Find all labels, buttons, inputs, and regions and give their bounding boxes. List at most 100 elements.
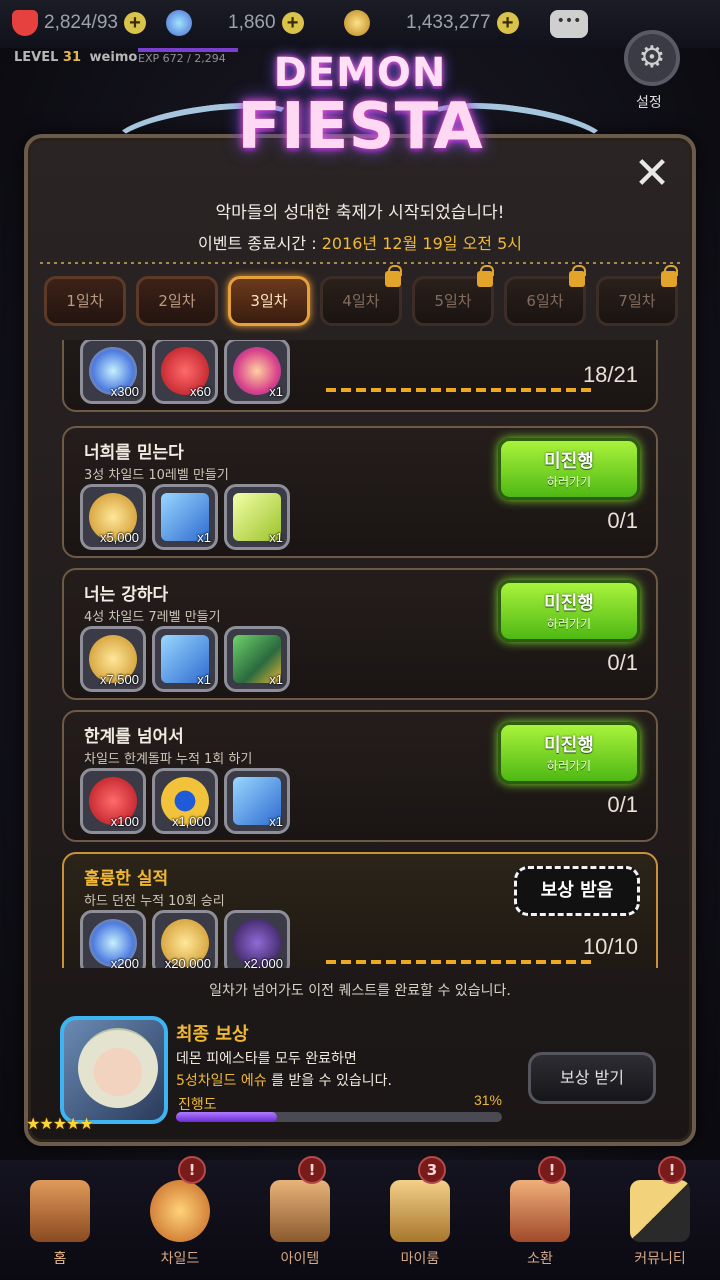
item-icon	[270, 1180, 330, 1242]
final-reward-desc-2: 5성차일드 에슈 를 받을 수 있습니다.	[176, 1070, 392, 1090]
tab-label: 4일차	[342, 292, 380, 310]
nav-community[interactable]: 커뮤니티 !	[600, 1156, 720, 1280]
star-rating: ★★★★★	[26, 1114, 94, 1133]
final-progress-bar	[176, 1112, 502, 1122]
gold-value: 1,433,277	[406, 12, 491, 33]
button-sub-label: 하러가기	[546, 759, 592, 773]
reward-item: x7,500	[80, 626, 146, 692]
tab-day-6[interactable]: 6일차	[504, 265, 586, 326]
reward-items: x200 x20,000 x2,000	[80, 910, 290, 968]
add-gems-button[interactable]: +	[281, 12, 304, 34]
add-hearts-button[interactable]: +	[123, 12, 146, 34]
item-qty: x1	[197, 530, 211, 545]
reward-item: x1	[224, 626, 290, 692]
go-quest-button[interactable]: 미진행 하러가기	[498, 438, 640, 500]
tab-label: 1일차	[66, 292, 104, 310]
progress-bar	[326, 388, 594, 392]
reward-item: x60	[152, 340, 218, 404]
button-label: 미진행	[544, 593, 594, 614]
tab-day-4[interactable]: 4일차	[320, 265, 402, 326]
quest-desc: 차일드 한계돌파 누적 1회 하기	[84, 752, 253, 767]
quest-desc: 3성 차일드 10레벨 만들기	[84, 468, 229, 483]
settings-gear-icon[interactable]: ⚙	[624, 30, 680, 86]
tab-day-7[interactable]: 7일차	[596, 265, 678, 326]
tab-label: 6일차	[526, 292, 564, 310]
reward-item: x2,000	[224, 910, 290, 968]
quest-desc: 하드 던전 누적 10회 승리	[84, 894, 225, 909]
reward-item: x1	[152, 626, 218, 692]
tab-day-1[interactable]: 1일차	[44, 276, 126, 326]
quest-progress: 18/21	[582, 362, 638, 387]
quest-card: x300 x60 x1 18/21	[62, 340, 658, 412]
quest-card: 한계를 넘어서 차일드 한계돌파 누적 1회 하기 x100 x1,000 x1…	[62, 710, 658, 842]
count-badge: 3	[418, 1156, 446, 1184]
item-qty: x1	[197, 672, 211, 687]
summon-icon	[510, 1180, 570, 1242]
button-label: 미진행	[544, 451, 594, 472]
quest-progress: 10/10	[582, 934, 638, 959]
event-end-time: 이벤트 종료시간 : 2016년 12월 19일 오전 5시	[0, 230, 720, 254]
nav-child[interactable]: 차일드 !	[120, 1156, 240, 1280]
claim-final-reward-button[interactable]: 보상 받기	[528, 1052, 656, 1104]
quest-progress: 0/1	[607, 792, 638, 817]
hearts-value: 2,824/93	[44, 12, 118, 33]
tab-label: 2일차	[158, 292, 196, 310]
chat-icon[interactable]: •••	[550, 10, 588, 38]
item-qty: x60	[190, 384, 211, 399]
add-gold-button[interactable]: +	[496, 12, 519, 34]
tab-day-5[interactable]: 5일차	[412, 265, 494, 326]
home-icon	[30, 1180, 90, 1242]
quest-progress: 0/1	[607, 508, 638, 533]
reward-items: x5,000 x1 x1	[80, 484, 290, 552]
item-qty: x1	[269, 814, 283, 829]
tab-day-2[interactable]: 2일차	[136, 276, 218, 326]
gems-value: 1,860	[228, 12, 276, 33]
hero-face	[78, 1028, 158, 1108]
community-icon	[630, 1180, 690, 1242]
bottom-nav: 홈 차일드 ! 아이템 ! 마이룸 3 소환 ! 커뮤니티 !	[0, 1156, 720, 1280]
level-label: LEVEL	[14, 50, 59, 65]
item-qty: x1	[269, 672, 283, 687]
progress-bar	[326, 960, 594, 964]
nav-summon[interactable]: 소환 !	[480, 1156, 600, 1280]
event-subtitle: 악마들의 성대한 축제가 시작되었습니다!	[215, 203, 505, 223]
final-reward-title: 최종 보상	[176, 1024, 249, 1045]
tab-day-3[interactable]: 3일차	[228, 276, 310, 326]
lock-icon	[477, 265, 494, 287]
nav-home[interactable]: 홈	[0, 1160, 120, 1280]
demon-fiesta-logo: DEMON FIESTA	[107, 44, 613, 192]
quest-title: 한계를 넘어서	[84, 727, 184, 747]
nav-myroom[interactable]: 마이룸 3	[360, 1156, 480, 1280]
button-sub-label: 하러가기	[546, 617, 592, 631]
reward-claimed-button[interactable]: 보상 받음	[514, 866, 640, 916]
myroom-icon	[390, 1180, 450, 1242]
reward-items: x100 x1,000 x1	[80, 768, 290, 836]
quest-progress: 0/1	[607, 650, 638, 675]
gem-icon	[166, 10, 192, 36]
info-note: 일차가 넘어가도 이전 퀘스트를 완료할 수 있습니다.	[209, 983, 511, 999]
item-qty: x20,000	[164, 956, 211, 968]
quest-title: 너는 강하다	[84, 585, 169, 605]
item-qty: x1,000	[171, 814, 211, 829]
go-quest-button[interactable]: 미진행 하러가기	[498, 722, 640, 784]
quest-card: 너희를 믿는다 3성 차일드 10레벨 만들기 x5,000 x1 x1 미진행…	[62, 426, 658, 558]
day-tabs: 1일차 2일차 3일차 4일차 5일차 6일차 7일차	[44, 265, 684, 328]
reward-item: x1,000	[152, 768, 218, 834]
nav-label: 아이템	[280, 1251, 320, 1267]
nav-label: 차일드	[160, 1251, 200, 1267]
reward-items: x300 x60 x1	[80, 340, 290, 406]
lock-icon	[661, 265, 678, 287]
button-label: 미진행	[544, 735, 594, 756]
quest-title: 너희를 믿는다	[84, 443, 184, 463]
nav-item[interactable]: 아이템 !	[240, 1156, 360, 1280]
item-qty: x200	[110, 956, 139, 968]
close-icon[interactable]: ✕	[628, 152, 676, 200]
alert-badge: !	[538, 1156, 566, 1184]
quest-title: 훌륭한 실적	[84, 869, 169, 889]
go-quest-button[interactable]: 미진행 하러가기	[498, 580, 640, 642]
level-value: 31	[62, 50, 82, 65]
item-qty: x300	[110, 384, 139, 399]
alert-badge: !	[298, 1156, 326, 1184]
reward-item: x300	[80, 340, 146, 404]
quest-list[interactable]: x300 x60 x1 18/21 너희를 믿는다 3성 차일드 10레벨 만들…	[50, 340, 670, 968]
